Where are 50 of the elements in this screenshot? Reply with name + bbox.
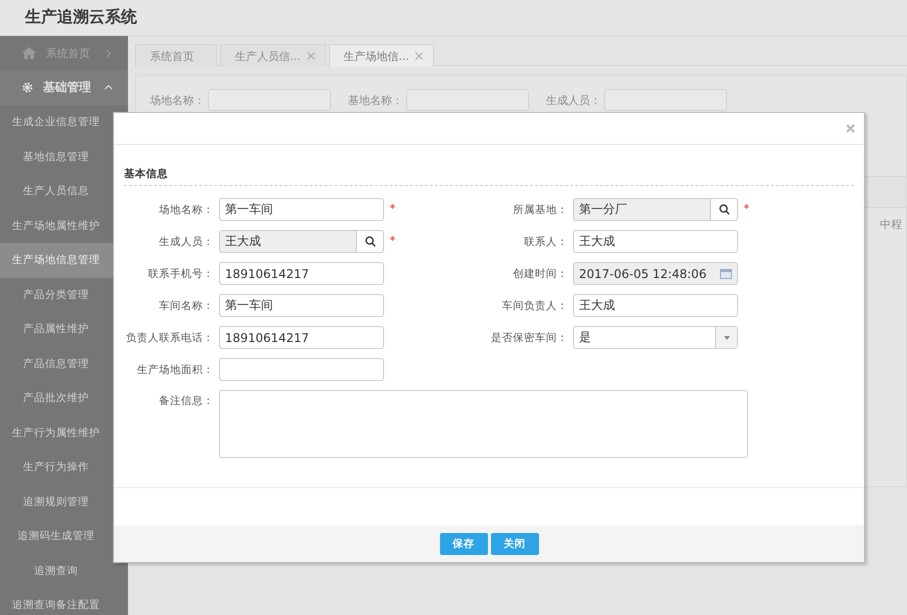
field-label: 车间名称： [158,298,214,312]
select-field[interactable]: 是 [573,326,738,349]
field-label: 所属基地： [512,202,568,216]
field-label: 场地名称： [150,92,205,108]
field-label: 生产场地面积： [136,362,214,376]
input-field[interactable]: 18910614217 [219,262,384,285]
search-field[interactable] [406,89,529,111]
close-button[interactable]: 关闭 [490,532,538,554]
field-label: 车间负责人： [501,298,568,312]
field-label: 生成人员： [546,92,601,108]
close-icon[interactable] [415,52,423,60]
input-field[interactable]: 王大成 [573,294,738,317]
sidebar-item[interactable]: 基础管理 [0,70,128,105]
input-field[interactable]: 18910614217 [219,326,384,349]
search-field[interactable] [208,89,331,111]
field-label: 场地名称： [158,202,214,216]
close-icon[interactable] [846,124,855,133]
sidebar-item[interactable]: 追溯查询 [0,554,128,588]
textarea-field[interactable] [219,390,748,458]
search-field[interactable] [604,89,727,111]
input-field[interactable]: 王大成 [573,230,738,253]
input-field[interactable] [219,358,384,381]
tab[interactable]: 系统首页 [135,44,217,67]
lookup-field[interactable]: 第一分厂 [573,198,738,221]
input-field[interactable]: 第一车间 [219,294,384,317]
search-icon[interactable] [364,236,376,247]
field-label: 备注信息： [158,394,214,408]
gear-icon [22,82,33,93]
section-title: 基本信息 [124,167,854,186]
save-button[interactable]: 保存 [440,532,488,554]
table-cell-text: 中程 [879,217,903,232]
field-label: 是否保密车间： [490,330,568,344]
sidebar-item[interactable]: 追溯查询备注配置 [0,588,128,615]
date-field[interactable]: 2017-06-05 12:48:06 [573,262,738,285]
app-title: 生产追溯云系统 [25,7,137,28]
tab[interactable]: 生产场地信... [328,44,434,67]
field-label: 创建时间： [512,266,568,280]
tab[interactable]: 生产人员信... [220,44,326,67]
input-field[interactable]: 第一车间 [219,198,384,221]
calendar-icon[interactable] [720,268,732,278]
close-icon[interactable] [306,52,314,60]
field-label: 负责人联系电话： [125,330,214,344]
caret-icon [724,336,730,340]
lookup-field[interactable]: 王大成 [219,230,384,253]
field-label: 联系人： [523,234,568,248]
search-icon[interactable] [718,204,730,215]
field-label: 基地名称： [348,92,403,108]
field-label: 生成人员： [158,234,214,248]
field-label: 联系手机号： [147,266,214,280]
home-icon [22,47,36,59]
